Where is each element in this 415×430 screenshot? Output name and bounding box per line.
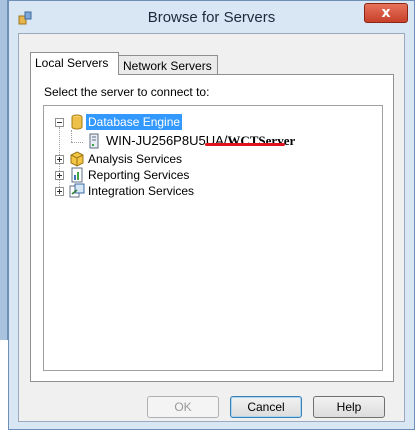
tree-node-integration-services[interactable]: Integration Services — [44, 183, 344, 199]
report-icon — [71, 167, 83, 183]
collapse-icon[interactable] — [55, 118, 64, 127]
expand-icon[interactable] — [55, 155, 64, 164]
background-window-edge — [0, 0, 8, 340]
title-bar[interactable]: Browse for Servers x — [9, 1, 414, 33]
tree-node-server[interactable]: WIN-JU256P8U5UA/WCTServer — [44, 133, 364, 149]
cube-icon — [70, 151, 84, 167]
tree-node-reporting-services[interactable]: Reporting Services — [44, 167, 344, 183]
server-name-label: WIN-JU256P8U5UA/WCTServer — [104, 133, 297, 149]
tree-node-analysis-services[interactable]: Analysis Services — [44, 151, 344, 167]
help-button[interactable]: Help — [313, 396, 385, 418]
tab-network-servers[interactable]: Network Servers — [118, 55, 218, 75]
integration-icon — [69, 183, 85, 198]
ok-button[interactable]: OK — [147, 396, 219, 418]
tab-panel: Select the server to connect to: Databas… — [30, 74, 394, 382]
server-icon — [89, 133, 99, 149]
tab-local-servers[interactable]: Local Servers — [30, 52, 119, 75]
dialog-client-area: Local Servers Network Servers Select the… — [18, 33, 405, 422]
expand-icon[interactable] — [55, 187, 64, 196]
close-icon: x — [381, 5, 391, 21]
browse-servers-dialog: Browse for Servers x Local Servers Netwo… — [8, 0, 415, 430]
close-button[interactable]: x — [364, 3, 408, 23]
tree-node-database-engine[interactable]: Database Engine — [44, 114, 344, 130]
prompt-label: Select the server to connect to: — [44, 85, 210, 99]
window-title: Browse for Servers — [147, 9, 276, 26]
tree-node-label: Integration Services — [88, 184, 195, 198]
cancel-button[interactable]: Cancel — [230, 396, 302, 418]
database-icon — [71, 114, 83, 130]
tree-node-label: Database Engine — [86, 114, 183, 130]
red-underline-annotation — [205, 143, 285, 146]
tree-node-label: Analysis Services — [88, 152, 183, 166]
expand-icon[interactable] — [55, 171, 64, 180]
tree-node-label: Reporting Services — [88, 168, 190, 182]
